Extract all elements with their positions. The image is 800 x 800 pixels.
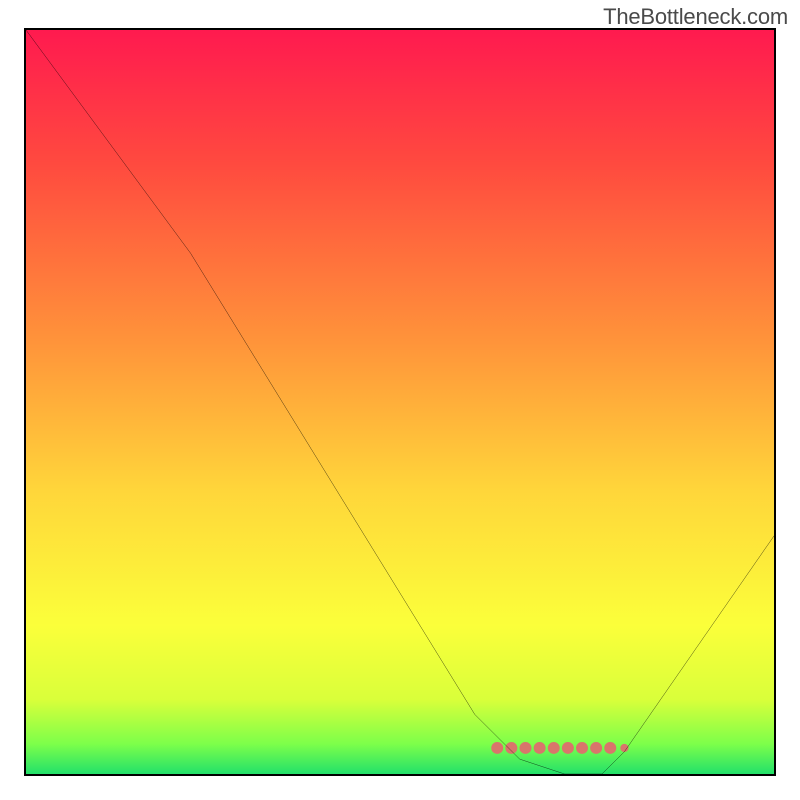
plot-svg — [26, 30, 774, 774]
chart-container: TheBottleneck.com — [0, 0, 800, 800]
watermark-text: TheBottleneck.com — [603, 4, 788, 30]
marker-dot — [534, 742, 546, 754]
marker-dot — [548, 742, 560, 754]
gradient-background — [26, 30, 774, 774]
marker-dot — [604, 742, 616, 754]
marker-dot — [620, 744, 628, 752]
marker-dot — [491, 742, 503, 754]
plot-area — [24, 28, 776, 776]
marker-dot — [576, 742, 588, 754]
marker-dot — [505, 742, 517, 754]
marker-dot — [520, 742, 532, 754]
marker-dot — [562, 742, 574, 754]
marker-dot — [590, 742, 602, 754]
